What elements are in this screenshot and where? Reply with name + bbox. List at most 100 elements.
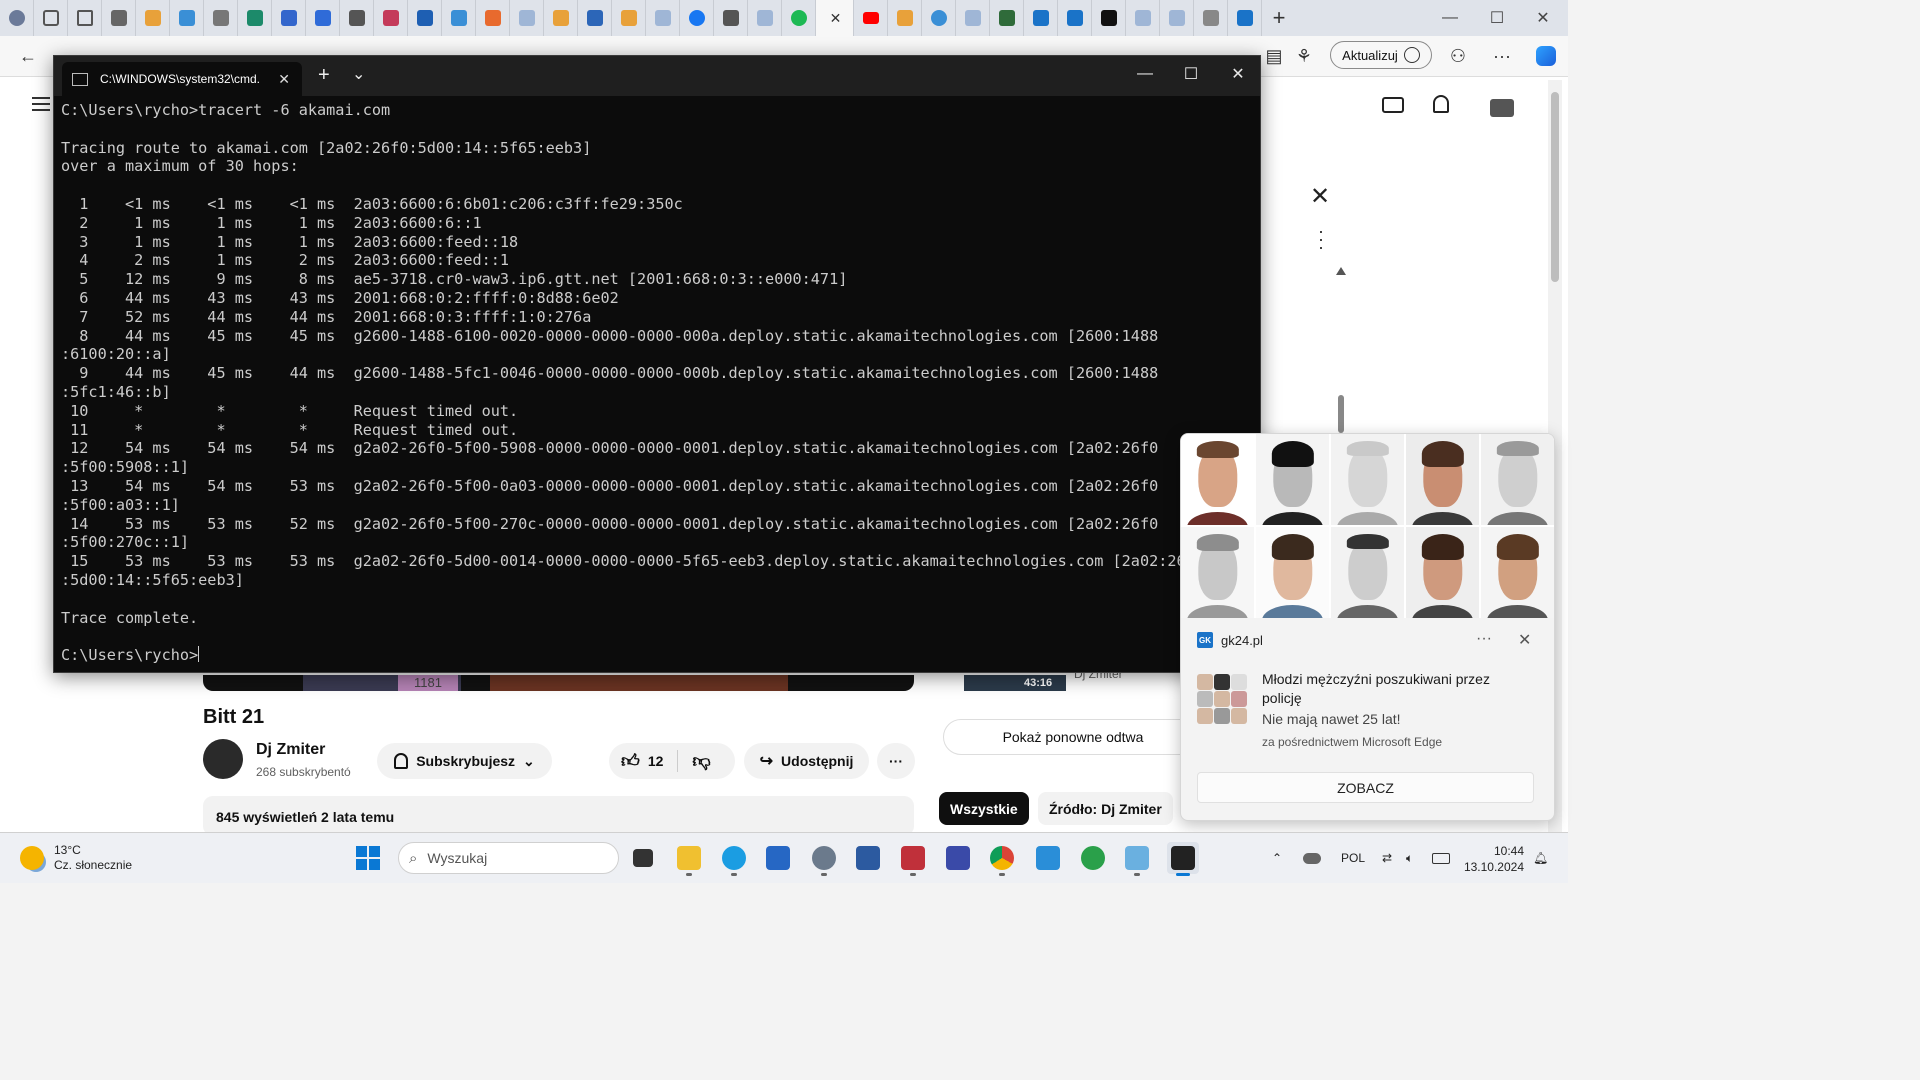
workspaces-icon[interactable] — [34, 0, 68, 36]
terminal-window[interactable]: C:\WINDOWS\system32\cmd. ✕ + ⌄ — ☐ ✕ C:\… — [53, 55, 1261, 673]
browser-tab[interactable] — [170, 0, 204, 36]
browser-tab[interactable] — [102, 0, 136, 36]
new-terminal-tab-button[interactable]: + — [318, 64, 330, 87]
close-terminal-button[interactable]: ✕ — [1215, 56, 1261, 92]
virtualbox-icon[interactable] — [852, 842, 884, 874]
close-tab-icon[interactable]: ✕ — [278, 71, 290, 88]
account-avatar[interactable] — [1490, 99, 1514, 117]
hamburger-menu-icon[interactable] — [32, 97, 50, 111]
file-explorer-icon[interactable] — [673, 842, 705, 876]
panel-scroll-thumb[interactable] — [1338, 395, 1344, 433]
panel-more-icon[interactable]: · · · — [1318, 222, 1324, 256]
copilot-icon[interactable] — [1532, 42, 1560, 70]
browser-tab[interactable] — [136, 0, 170, 36]
show-hidden-icons[interactable]: ⌃ — [1272, 833, 1282, 883]
edge-icon[interactable] — [718, 842, 750, 876]
share-button[interactable]: ↪ Udostępnij — [744, 743, 869, 779]
search-tab-icon[interactable] — [1160, 0, 1194, 36]
volume-icon[interactable]: 🔈︎ — [1406, 833, 1413, 883]
terminal-tab[interactable]: C:\WINDOWS\system32\cmd. ✕ — [62, 62, 302, 96]
active-browser-tab[interactable]: ✕ — [816, 0, 854, 36]
search-tab-icon[interactable] — [510, 0, 544, 36]
notification-close-icon[interactable]: ✕ — [1518, 630, 1531, 650]
toast-notification[interactable]: GK gk24.pl ··· ✕ Młodzi mężczyźni poszuk… — [1180, 433, 1555, 821]
description-box[interactable]: 845 wyświetleń 2 lata temu — [203, 796, 914, 836]
store-icon[interactable] — [762, 842, 794, 874]
browser-tab[interactable] — [306, 0, 340, 36]
network-icon[interactable]: ⇄ — [1382, 833, 1392, 883]
browser-tab[interactable] — [442, 0, 476, 36]
browser-tab[interactable] — [408, 0, 442, 36]
chrome-icon[interactable] — [986, 842, 1018, 876]
notification-center-bell-icon[interactable]: 🔔︎ — [1533, 833, 1548, 883]
minimize-browser-button[interactable]: — — [1427, 0, 1473, 36]
channel-avatar[interactable] — [203, 739, 243, 779]
browser-tab[interactable] — [1194, 0, 1228, 36]
notifications-bell-icon[interactable] — [1433, 95, 1449, 113]
like-count[interactable]: 12 — [648, 753, 664, 769]
browser-tab[interactable] — [476, 0, 510, 36]
profile-manager-icon[interactable]: ⚇ — [1444, 42, 1472, 70]
panel-scroll-up-icon[interactable] — [1336, 267, 1346, 275]
profile-avatar-icon[interactable] — [0, 0, 34, 36]
browser-tab[interactable] — [680, 0, 714, 36]
browser-tab[interactable] — [374, 0, 408, 36]
system-clock[interactable]: 10:44 13.10.2024 — [1460, 843, 1524, 875]
thumbs-down-icon[interactable]: 👎︎ — [692, 750, 710, 772]
page-scrollbar-thumb[interactable] — [1551, 92, 1559, 282]
browser-tab[interactable] — [238, 0, 272, 36]
spotify-tab-icon[interactable] — [782, 0, 816, 36]
terminal-taskbar-icon[interactable] — [1167, 842, 1199, 876]
extensions-icon[interactable]: ⚘ — [1290, 42, 1318, 70]
control-panel-icon[interactable] — [1121, 842, 1153, 876]
browser-tab[interactable] — [544, 0, 578, 36]
notification-more-icon[interactable]: ··· — [1476, 630, 1492, 648]
browser-tab[interactable] — [578, 0, 612, 36]
youtube-tab-icon[interactable] — [854, 0, 888, 36]
browser-tab[interactable] — [714, 0, 748, 36]
start-button[interactable] — [356, 846, 380, 870]
minimize-terminal-button[interactable]: — — [1122, 56, 1168, 92]
maximize-browser-button[interactable]: ☐ — [1474, 0, 1520, 36]
settings-more-icon[interactable]: ··· — [1488, 42, 1516, 70]
globe-app-icon[interactable] — [1077, 842, 1109, 874]
task-view-icon[interactable] — [627, 842, 659, 874]
show-replay-button[interactable]: Pokaż ponowne odtwa — [943, 719, 1203, 755]
close-browser-button[interactable]: ✕ — [1520, 0, 1566, 36]
search-tab-icon[interactable] — [748, 0, 782, 36]
terminal-titlebar[interactable]: C:\WINDOWS\system32\cmd. ✕ + ⌄ — ☐ ✕ — [54, 56, 1260, 96]
x-tab-icon[interactable] — [1092, 0, 1126, 36]
new-tab-button[interactable]: + — [1262, 0, 1296, 36]
browser-tab[interactable] — [990, 0, 1024, 36]
gk24-tab-icon[interactable] — [1228, 0, 1262, 36]
terminal-output[interactable]: C:\Users\rycho>tracert -6 akamai.com Tra… — [61, 101, 1251, 671]
terminal-dropdown-icon[interactable]: ⌄ — [352, 64, 365, 84]
close-tab-icon[interactable]: ✕ — [830, 10, 842, 27]
settings-gear-icon[interactable] — [808, 842, 840, 876]
tab-actions-icon[interactable] — [68, 0, 102, 36]
browser-tab[interactable] — [612, 0, 646, 36]
channel-name[interactable]: Dj Zmiter — [256, 741, 325, 759]
maximize-terminal-button[interactable]: ☐ — [1168, 56, 1214, 92]
notification-action-button[interactable]: ZOBACZ — [1197, 772, 1534, 803]
notes-app-icon[interactable] — [1032, 842, 1064, 874]
weather-widget[interactable]: 13°C Cz. słonecznie — [20, 843, 132, 873]
thumbs-up-icon[interactable]: 👍︎ — [621, 750, 640, 772]
gk24-tab-icon[interactable] — [1024, 0, 1058, 36]
gk24-tab-icon[interactable] — [1058, 0, 1092, 36]
browser-tab[interactable] — [888, 0, 922, 36]
media-app-icon[interactable] — [897, 842, 929, 876]
subscribe-button[interactable]: Subskrybujesz ⌄ — [377, 743, 552, 779]
browser-tab[interactable] — [204, 0, 238, 36]
create-video-icon[interactable] — [1382, 97, 1404, 113]
more-actions-button[interactable]: ··· — [877, 743, 915, 779]
chip-source[interactable]: Źródło: Dj Zmiter — [1038, 792, 1173, 825]
browser-tab[interactable] — [340, 0, 374, 36]
search-tab-icon[interactable] — [956, 0, 990, 36]
save-disk-icon[interactable] — [942, 842, 974, 874]
browser-tab[interactable] — [922, 0, 956, 36]
back-arrow-icon[interactable]: ← — [14, 42, 42, 70]
language-indicator[interactable]: POL — [1341, 833, 1365, 883]
taskbar-search[interactable]: ⌕ Wyszukaj — [398, 842, 619, 874]
chip-all[interactable]: Wszystkie — [939, 792, 1029, 825]
